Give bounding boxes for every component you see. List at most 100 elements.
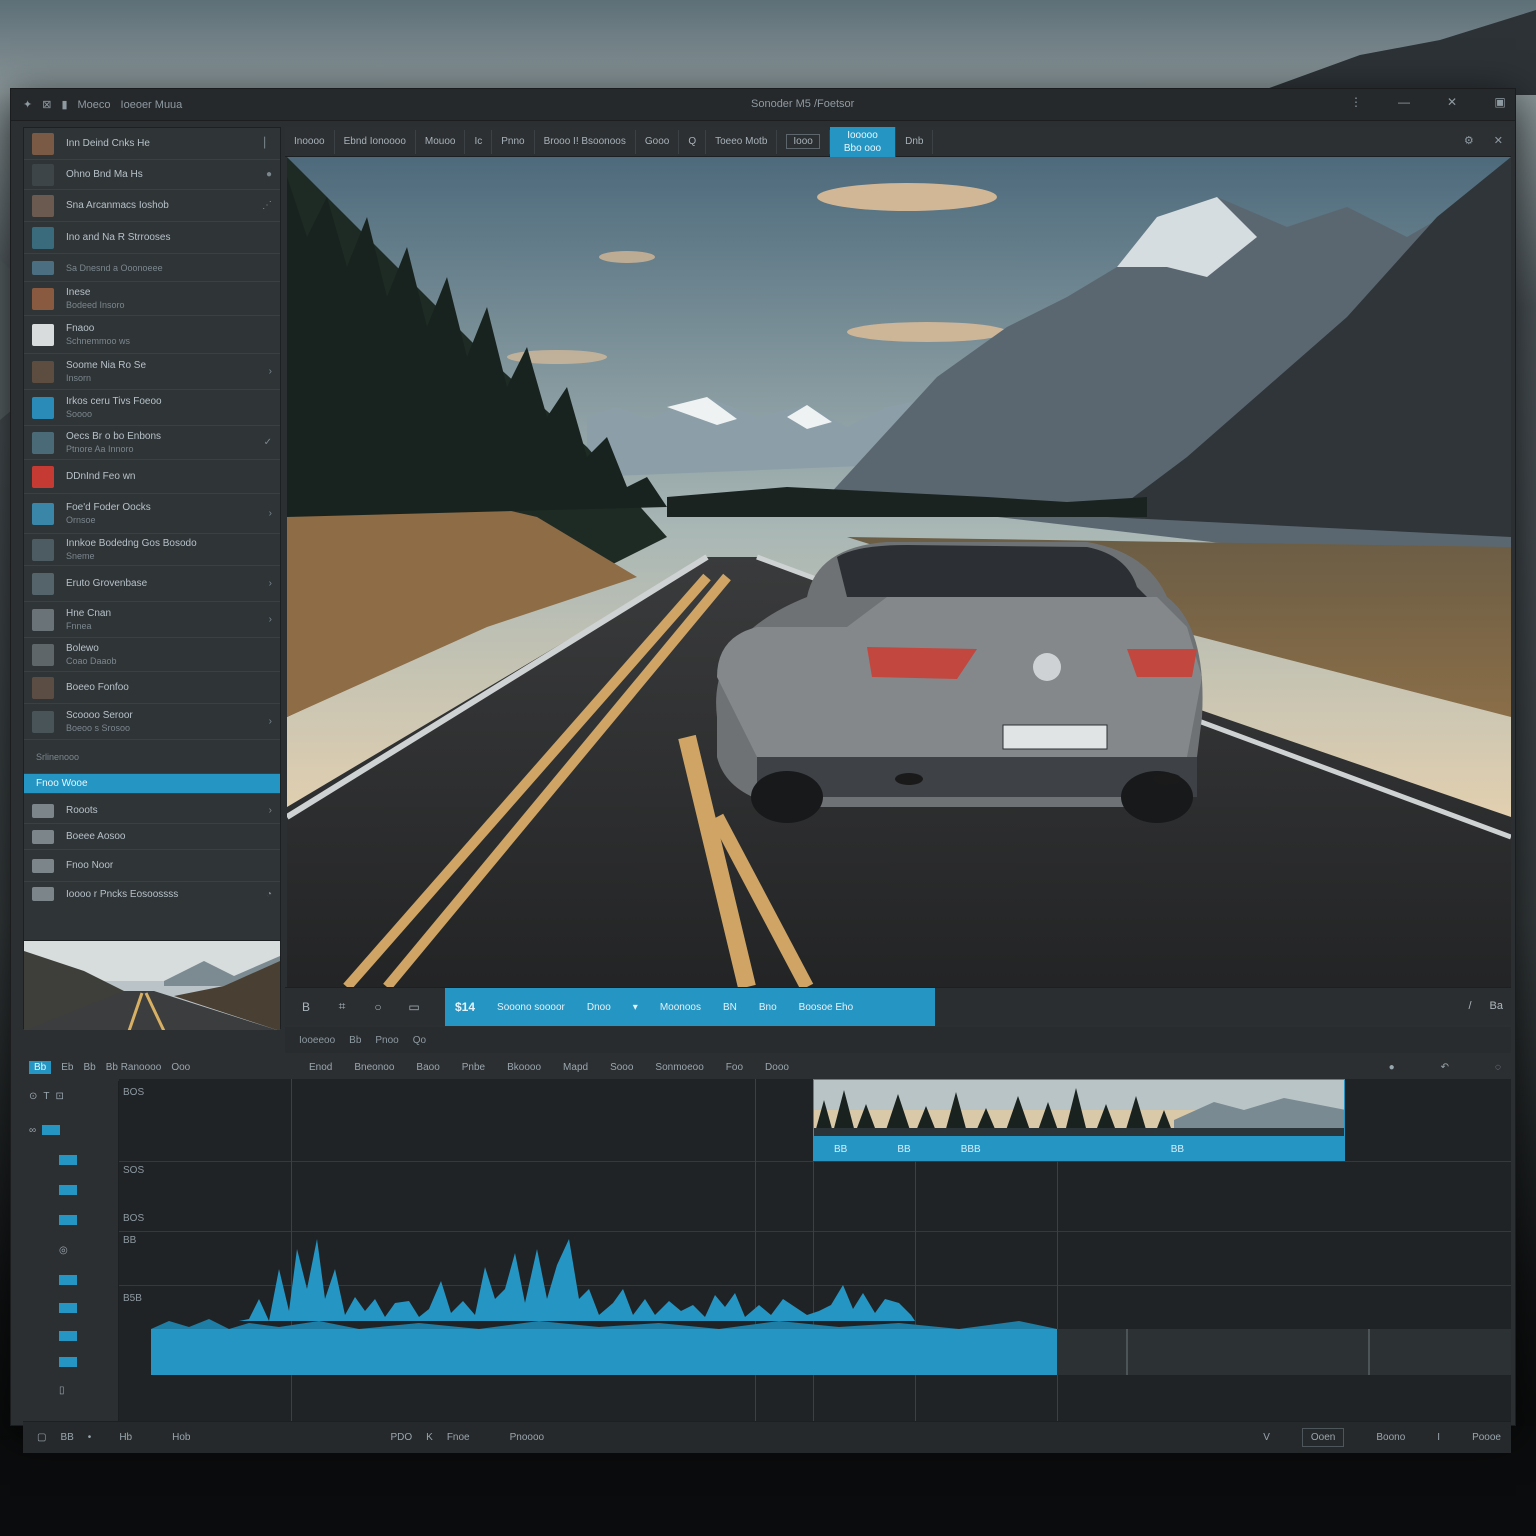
list-item[interactable]: DDnInd Feo wn bbox=[24, 460, 280, 494]
status-mid-1[interactable]: K bbox=[426, 1432, 433, 1443]
status-right-2[interactable]: Boono bbox=[1376, 1432, 1405, 1443]
header-6[interactable]: Sooo bbox=[610, 1062, 633, 1073]
header-0[interactable]: Enod bbox=[309, 1062, 332, 1073]
record-icon[interactable]: ⌗ bbox=[327, 995, 357, 1019]
subbar-item-0[interactable]: Iooeeoo bbox=[299, 1035, 335, 1046]
status-left-0[interactable]: BB bbox=[60, 1432, 73, 1443]
toolbar-active-tab[interactable]: Iooooo Bbo ooo bbox=[829, 126, 897, 157]
tab-4[interactable]: Ooo bbox=[171, 1062, 190, 1073]
record-dot-icon[interactable]: ● bbox=[1389, 1062, 1395, 1073]
list-item[interactable]: Sa Dnesnd a Ooonoeee bbox=[24, 254, 280, 282]
list-item[interactable]: Fnoo Noor bbox=[24, 850, 280, 882]
header-1[interactable]: Bneonoo bbox=[354, 1062, 394, 1073]
tab-2[interactable]: Bb bbox=[83, 1062, 95, 1073]
list-item-selected[interactable]: Fnoo Wooe bbox=[24, 774, 280, 794]
toolbar-button-1[interactable]: Ebnd Ionoooo bbox=[335, 129, 416, 154]
dot-icon[interactable]: ● bbox=[266, 169, 272, 180]
toolbar-button-5[interactable]: Brooo I! Bsoonoos bbox=[535, 129, 636, 154]
status-mid-0[interactable]: PDO bbox=[390, 1432, 412, 1443]
toolbar-boxed-button[interactable]: Iooo bbox=[777, 129, 830, 154]
app-icon[interactable]: ✦ bbox=[23, 98, 32, 111]
track-8-toggle[interactable] bbox=[29, 1327, 113, 1345]
list-item[interactable]: Rooots › bbox=[24, 798, 280, 824]
list-item[interactable]: Foe'd Foder Oocks Ornsoe › bbox=[24, 494, 280, 534]
pen-tool[interactable]: / bbox=[1468, 1000, 1471, 1012]
list-item[interactable]: Ioooo r Pncks Eosoossss ◔ bbox=[24, 882, 280, 906]
aspect-button[interactable]: Ba bbox=[1490, 1000, 1503, 1012]
maximize-icon[interactable]: ✕ bbox=[1445, 95, 1459, 109]
source-preview-thumbnail[interactable] bbox=[24, 940, 280, 1030]
pin-icon[interactable]: ✓ bbox=[264, 437, 272, 448]
tab-1[interactable]: Eb bbox=[61, 1062, 73, 1073]
audio-base-track[interactable] bbox=[119, 1319, 1511, 1379]
toolbar-button-6[interactable]: Gooo bbox=[636, 129, 680, 154]
status-right-0[interactable]: V bbox=[1263, 1432, 1270, 1443]
minimize-icon[interactable]: — bbox=[1397, 95, 1411, 109]
page-icon[interactable]: ▢ bbox=[37, 1432, 46, 1443]
menu-icon[interactable]: ⊠ bbox=[42, 98, 51, 111]
scrub-bar[interactable]: $14 Sooono soooor Dnoo ▾ Moonoos BN Bno … bbox=[445, 988, 935, 1026]
header-2[interactable]: Baoo bbox=[416, 1062, 439, 1073]
video-viewer[interactable] bbox=[287, 157, 1511, 987]
header-5[interactable]: Mapd bbox=[563, 1062, 588, 1073]
settings-icon[interactable]: ◌ bbox=[1495, 1062, 1501, 1073]
subbar-item-1[interactable]: Bb bbox=[349, 1035, 361, 1046]
header-9[interactable]: Dooo bbox=[765, 1062, 789, 1073]
more-icon[interactable]: › bbox=[269, 366, 272, 377]
track-7-toggle[interactable] bbox=[29, 1299, 113, 1317]
toolbar-button-8[interactable]: Toeeo Motb bbox=[706, 129, 778, 154]
more-icon[interactable]: › bbox=[269, 578, 272, 589]
close-icon[interactable]: ▣ bbox=[1493, 95, 1507, 109]
list-item[interactable]: Fnaoo Schnemmoo ws bbox=[24, 316, 280, 354]
more-icon[interactable]: › bbox=[269, 716, 272, 727]
select-tool[interactable]: ⊙ T ⊡ bbox=[29, 1087, 113, 1105]
toolbar-button-after-active[interactable]: Dnb bbox=[896, 129, 934, 154]
list-item[interactable]: Hne Cnan Fnnea › bbox=[24, 602, 280, 638]
track-2-toggle[interactable] bbox=[29, 1151, 113, 1169]
track-3-toggle[interactable] bbox=[29, 1181, 113, 1199]
list-item[interactable]: Scoooo Seroor Boeoo s Srosoo › bbox=[24, 704, 280, 740]
list-item[interactable]: Bolewo Coao Daaob bbox=[24, 638, 280, 672]
list-item[interactable]: Oecs Br o bo Enbons Ptnore Aa Innoro ✓ bbox=[24, 426, 280, 460]
status-mid-2[interactable]: Fnoe bbox=[447, 1432, 470, 1443]
status-right-4[interactable]: Poooe bbox=[1472, 1432, 1501, 1443]
status-right-1[interactable]: Ooen bbox=[1301, 1428, 1345, 1447]
search-icon[interactable]: Q bbox=[679, 129, 707, 154]
list-item[interactable]: Innkoe Bodedng Gos Bosodo Sneme bbox=[24, 534, 280, 566]
subbar-item-3[interactable]: Qo bbox=[413, 1035, 426, 1046]
chevron-right-icon[interactable]: ▏ bbox=[264, 138, 272, 149]
list-item[interactable]: Srlinenooo bbox=[24, 740, 280, 774]
list-item[interactable]: Inn Deind Cnks He ▏ bbox=[24, 128, 280, 160]
header-7[interactable]: Sonmoeoo bbox=[655, 1062, 703, 1073]
track-9-toggle[interactable] bbox=[29, 1353, 113, 1371]
toolbar-button-3[interactable]: Ic bbox=[465, 129, 493, 154]
more-icon[interactable]: ⋮ bbox=[1349, 95, 1363, 109]
tab-0[interactable]: Bb bbox=[29, 1060, 52, 1074]
toolbar-button-0[interactable]: Inoooo bbox=[285, 129, 335, 154]
close-icon[interactable]: ✕ bbox=[1494, 134, 1503, 147]
list-item[interactable]: Soome Nia Ro Se Insorn › bbox=[24, 354, 280, 390]
bars-icon[interactable]: ▮ bbox=[61, 98, 67, 111]
playhead-icon[interactable]: ▾ bbox=[633, 1002, 638, 1013]
subbar-item-2[interactable]: Pnoo bbox=[375, 1035, 398, 1046]
header-8[interactable]: Foo bbox=[726, 1062, 743, 1073]
toolbar-button-2[interactable]: Mouoo bbox=[416, 129, 466, 154]
undo-icon[interactable]: ↶ bbox=[1441, 1062, 1449, 1073]
track-1-toggle[interactable]: ∞ bbox=[29, 1121, 113, 1139]
list-item[interactable]: Sna Arcanmacs Ioshob ⋰ bbox=[24, 190, 280, 222]
track-10-toggle[interactable]: ▯ bbox=[29, 1381, 113, 1399]
list-item[interactable]: Irkos ceru Tivs Foeoo Soooo bbox=[24, 390, 280, 426]
more-icon[interactable]: › bbox=[269, 805, 272, 816]
more-icon[interactable]: › bbox=[269, 508, 272, 519]
track-4-toggle[interactable] bbox=[29, 1211, 113, 1229]
status-left-2[interactable]: Hb bbox=[119, 1432, 132, 1443]
list-item[interactable]: Inese Bodeed Insoro bbox=[24, 282, 280, 316]
menu-item-0[interactable]: Moeco bbox=[78, 99, 111, 111]
video-clip[interactable]: BB BB BBB BB bbox=[813, 1079, 1345, 1161]
pin-icon[interactable]: ◔ bbox=[266, 889, 272, 900]
track-5-toggle[interactable]: ◎ bbox=[29, 1241, 113, 1259]
gear-icon[interactable]: ⚙ bbox=[1464, 134, 1474, 147]
status-right-3[interactable]: I bbox=[1437, 1432, 1440, 1443]
list-item[interactable]: Eruto Grovenbase › bbox=[24, 566, 280, 602]
list-item[interactable]: Boeeo Fonfoo bbox=[24, 672, 280, 704]
